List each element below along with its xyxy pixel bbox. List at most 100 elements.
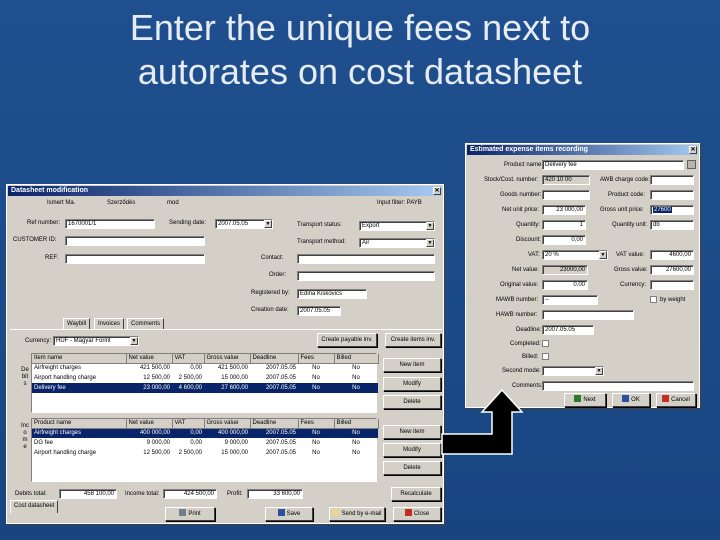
ref-field[interactable] [65, 254, 205, 264]
next-button[interactable]: Next [564, 393, 606, 407]
income-new-item-button[interactable]: New item [383, 425, 441, 439]
chevron-down-icon[interactable]: ▼ [599, 251, 607, 259]
column-header[interactable]: VAT [172, 419, 205, 429]
ok-button[interactable]: OK [612, 393, 650, 407]
by-weight-checkbox[interactable] [650, 296, 657, 303]
product-name-field[interactable]: Delivery fee [542, 160, 684, 170]
customer-field[interactable] [65, 236, 205, 246]
debits-new-item-button[interactable]: New item [383, 358, 441, 372]
product-code-label: Product code: [608, 192, 646, 198]
discount-field[interactable]: 0,00 [542, 235, 586, 245]
table-cell: 12 500,00 [143, 450, 170, 456]
currency-label: Currency: [25, 338, 52, 344]
column-header[interactable]: VAT [172, 354, 205, 364]
print-button-label: Print [188, 511, 201, 517]
send-email-button[interactable]: Send by e-mail [329, 507, 385, 521]
net-value-field: 23000,00 [542, 265, 588, 275]
deadline-field[interactable]: 2007.05.05 [542, 325, 594, 335]
original-value-field[interactable]: 0,00 [542, 280, 588, 290]
income-delete-button[interactable]: Delete [383, 461, 441, 475]
table-cell: No [352, 440, 360, 446]
create-items-invoice-button[interactable]: Create items inv. [385, 333, 441, 347]
transport-status-select[interactable]: Export ▼ [359, 221, 435, 231]
print-button[interactable]: Print [165, 507, 215, 521]
table-cell: 15 000,00 [221, 375, 248, 381]
table-row-selected[interactable]: Airfreight charges 400 000,00 0,00 400 0… [32, 428, 378, 438]
chevron-down-icon[interactable]: ▼ [426, 222, 434, 230]
close-icon[interactable]: ✕ [689, 146, 697, 154]
billed-checkbox[interactable] [542, 353, 549, 360]
quantity-unit-label: Quantity unit: [612, 222, 648, 228]
goods-number-field[interactable] [542, 190, 590, 200]
table-row[interactable]: Airport handling charge 12 500,00 2 500,… [32, 373, 378, 383]
column-header[interactable]: Net value [126, 354, 173, 364]
column-header[interactable]: Billed [334, 354, 379, 364]
contact-field[interactable] [297, 254, 435, 264]
vat-label: VAT: [528, 252, 540, 258]
close-button[interactable]: Close [393, 507, 441, 521]
column-header[interactable]: Fees [298, 419, 335, 429]
tab-invoices[interactable]: Invoices [94, 318, 125, 329]
net-unit-price-field[interactable]: 23 000,00 [542, 205, 586, 215]
awb-charge-code-label: AWB charge code: [600, 177, 650, 183]
column-header[interactable]: Net value [126, 419, 173, 429]
table-cell: No [298, 383, 334, 393]
column-header[interactable]: Item name [32, 354, 127, 364]
product-name-label: Product name: [504, 162, 544, 168]
sending-date-value: 2007.05.05 [218, 221, 249, 227]
table-cell: 421 500,00 [139, 365, 170, 372]
close-icon[interactable]: ✕ [433, 187, 441, 195]
column-header[interactable]: Fees [298, 354, 335, 364]
sending-date-field[interactable]: 2007.05.05 ▼ [215, 219, 273, 229]
column-header[interactable]: Product name [32, 419, 127, 429]
product-code-field[interactable] [650, 190, 694, 200]
income-modify-button[interactable]: Modify [383, 443, 441, 457]
second-mode-select[interactable]: ▼ [542, 366, 604, 376]
table-row-selected[interactable]: Delivery fee 23 000,00 4 600,00 27 600,0… [32, 383, 378, 393]
table-cell: No [298, 428, 334, 438]
order-field[interactable] [297, 271, 435, 281]
currency-select[interactable]: HUF - Magyar Forint ▼ [53, 336, 139, 346]
chevron-down-icon[interactable]: ▼ [426, 239, 434, 247]
vat-select[interactable]: 20 % ▼ [542, 250, 608, 260]
cancel-button[interactable]: Cancel [656, 393, 696, 407]
table-row[interactable]: Airfreight charges 421 500,00 0,00 421 5… [32, 363, 378, 373]
ref-number-field[interactable]: 1670001/1 [65, 219, 155, 229]
chevron-down-icon[interactable]: ▼ [130, 337, 138, 345]
tab-cost-datasheet[interactable]: Cost datasheet [10, 500, 59, 513]
comments-field[interactable] [542, 381, 694, 391]
chevron-down-icon[interactable]: ▼ [595, 367, 603, 375]
column-header[interactable]: Deadline [250, 419, 299, 429]
debits-delete-button[interactable]: Delete [383, 395, 441, 409]
quantity-field[interactable]: 1 [542, 220, 586, 230]
cancel-icon [662, 395, 670, 402]
column-header[interactable]: Billed [334, 419, 379, 429]
table-cell: DG fee [34, 440, 54, 446]
quantity-unit-field[interactable]: db [650, 220, 694, 230]
tab-waybill[interactable]: Waybill [63, 318, 91, 329]
column-header[interactable]: Gross value [204, 354, 251, 364]
tab-comments[interactable]: Comments [127, 318, 165, 329]
chevron-down-icon[interactable]: ▼ [264, 220, 272, 228]
printer-icon [179, 509, 187, 516]
table-row[interactable]: Airport handling charge 12 500,00 2 500,… [32, 448, 378, 458]
mawb-number-field[interactable]: -- [542, 295, 598, 305]
currency-field[interactable] [650, 280, 694, 290]
debits-total-label: Debits total: [15, 491, 47, 497]
billed-label: Billed: [522, 354, 539, 360]
recalculate-button[interactable]: Recalculate [391, 487, 441, 501]
lookup-icon[interactable] [687, 160, 696, 169]
completed-checkbox[interactable] [542, 340, 549, 347]
save-button[interactable]: Save [265, 507, 313, 521]
table-row[interactable]: DG fee 9 000,00 0,00 9 000,00 2007.05.05… [32, 438, 378, 448]
column-header[interactable]: Gross value [204, 419, 251, 429]
transport-method-select[interactable]: Air ▼ [359, 238, 435, 248]
column-header[interactable]: Deadline [250, 354, 299, 364]
gross-unit-price-field[interactable]: 27600 [650, 205, 694, 215]
hawb-number-label: HAWB number: [496, 312, 538, 318]
create-payable-invoice-button[interactable]: Create payable inv. [317, 333, 377, 347]
awb-charge-code-field[interactable] [650, 175, 694, 185]
table-cell: 400 000,00 [204, 428, 250, 438]
hawb-number-field[interactable] [542, 310, 634, 320]
debits-modify-button[interactable]: Modify [383, 377, 441, 391]
